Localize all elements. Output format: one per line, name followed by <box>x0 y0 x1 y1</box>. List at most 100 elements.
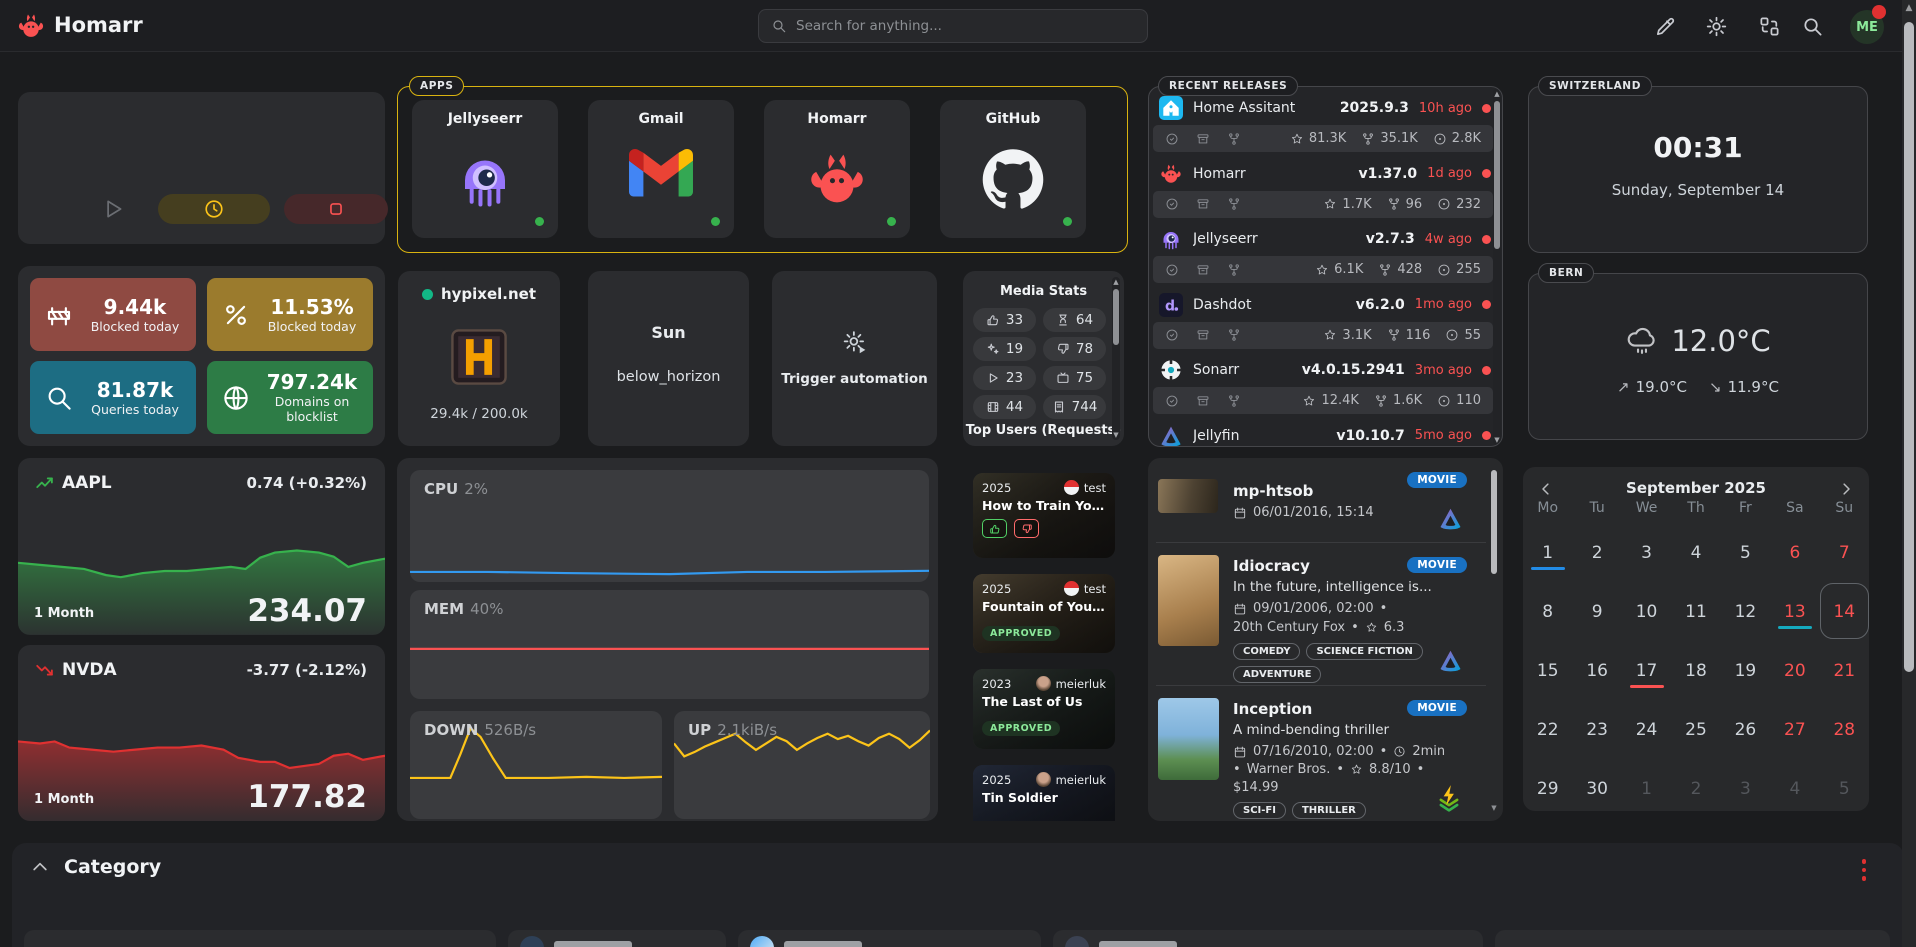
partial-app-tile[interactable] <box>738 930 1041 947</box>
edit-pencil-icon[interactable] <box>1654 15 1677 38</box>
calendar-day[interactable]: 23 <box>1572 700 1621 759</box>
new-release-dot <box>1482 169 1491 178</box>
calendar-day[interactable]: 5 <box>1721 523 1770 582</box>
partial-app-tile[interactable] <box>24 930 496 947</box>
calendar-day[interactable]: 15 <box>1523 641 1572 700</box>
app-card-gmail[interactable]: Gmail <box>588 100 734 238</box>
media-request-card[interactable]: 2025testHow to Train Your... <box>973 473 1115 558</box>
jellyfin-icon <box>1438 648 1463 673</box>
calendar-day[interactable]: 10 <box>1622 582 1671 641</box>
calendar-day[interactable]: 19 <box>1721 641 1770 700</box>
calendar-day[interactable]: 29 <box>1523 759 1572 818</box>
partial-app-tile[interactable] <box>508 930 726 947</box>
pause-timer-button[interactable] <box>158 194 270 224</box>
calendar-day[interactable]: 4 <box>1671 523 1720 582</box>
stop-button[interactable] <box>284 194 388 224</box>
settings-gear-icon[interactable] <box>1705 15 1728 38</box>
release-row[interactable]: Home Assitant2025.9.310h ago <box>1159 93 1491 123</box>
calendar-day[interactable]: 4 <box>1770 759 1819 818</box>
calendar-day[interactable]: 3 <box>1622 523 1671 582</box>
media-stats-scrollbar[interactable]: ▲ ▼ <box>1112 277 1120 440</box>
calendar-day[interactable]: 3 <box>1721 759 1770 818</box>
world-icon <box>221 383 251 413</box>
media-stat-sparkle: 19 <box>973 337 1036 361</box>
decline-button[interactable] <box>1014 519 1039 538</box>
fork-icon <box>1387 197 1401 211</box>
boards-swap-icon[interactable] <box>1758 15 1781 38</box>
calendar-day[interactable]: 1 <box>1622 759 1671 818</box>
calendar-day[interactable]: 30 <box>1572 759 1621 818</box>
calendar-next-button[interactable] <box>1837 480 1855 498</box>
star-icon <box>1365 621 1378 634</box>
calendar-day[interactable]: 20 <box>1770 641 1819 700</box>
calendar-day[interactable]: 11 <box>1671 582 1720 641</box>
media-server-widget: mp-htsob06/01/2016, 15:14MOVIEIdiocracyI… <box>1148 458 1503 821</box>
calendar-day[interactable]: 2 <box>1671 759 1720 818</box>
calendar-day[interactable]: 8 <box>1523 582 1572 641</box>
calendar-day[interactable]: 5 <box>1820 759 1869 818</box>
search-input[interactable] <box>796 18 1135 34</box>
category-menu-button[interactable] <box>1858 855 1871 885</box>
calendar-day[interactable]: 24 <box>1622 700 1671 759</box>
calendar-day[interactable]: 18 <box>1671 641 1720 700</box>
calendar-day[interactable]: 21 <box>1820 641 1869 700</box>
calendar-day[interactable]: 2 <box>1572 523 1621 582</box>
media-thumbnail <box>1158 479 1218 513</box>
partial-app-tile[interactable] <box>1495 930 1890 947</box>
releases-scrollbar[interactable]: ▲ ▼ <box>1493 89 1501 445</box>
calendar-weekday-row: MoTuWeThFrSaSu <box>1523 500 1869 516</box>
gmail-icon <box>629 147 693 211</box>
media-request-card[interactable]: 2025meierlukTin Soldier <box>973 765 1115 821</box>
partial-app-tile[interactable] <box>1053 930 1483 947</box>
pihole-stat-barrier[interactable]: 9.44kBlocked today <box>30 278 196 351</box>
release-row[interactable]: Jellyseerrv2.7.34w ago <box>1159 224 1491 254</box>
user-avatar <box>1064 480 1079 495</box>
stock-widget-aapl[interactable]: AAPL 0.74 (+0.32%) 1 Month 234.07 <box>18 458 385 635</box>
search-toolbar-icon[interactable] <box>1801 15 1824 38</box>
calendar-day[interactable]: 9 <box>1572 582 1621 641</box>
releases-section-label: RECENT RELEASES <box>1158 76 1298 96</box>
new-release-dot <box>1482 300 1491 309</box>
calendar-day[interactable]: 12 <box>1721 582 1770 641</box>
sun-widget: Sun below_horizon <box>588 271 749 446</box>
calendar-day[interactable]: 7 <box>1820 523 1869 582</box>
calendar-day[interactable]: 28 <box>1820 700 1869 759</box>
thumb-down-icon <box>1056 342 1070 356</box>
stock-widget-nvda[interactable]: NVDA -3.77 (-2.12%) 1 Month 177.82 <box>18 645 385 821</box>
calendar-day[interactable]: 1 <box>1523 523 1572 582</box>
release-row[interactable]: Homarrv1.37.01d ago <box>1159 159 1491 189</box>
release-row[interactable]: Sonarrv4.0.15.29413mo ago <box>1159 355 1491 385</box>
release-row[interactable]: dDashdotv6.2.01mo ago <box>1159 290 1491 320</box>
pihole-stats-card: 9.44kBlocked today11.53%Blocked today81.… <box>18 266 385 446</box>
page-scrollbar[interactable]: ▲ <box>1902 0 1916 947</box>
calendar-day[interactable]: 6 <box>1770 523 1819 582</box>
calendar-day[interactable]: 22 <box>1523 700 1572 759</box>
release-age: 5mo ago <box>1415 428 1472 443</box>
git-fork-icon <box>1227 263 1241 277</box>
trigger-automation-widget[interactable]: Trigger automation <box>772 271 937 446</box>
minecraft-server-widget[interactable]: hypixel.net 29.4k / 200.0k <box>398 271 560 446</box>
play-button-icon[interactable] <box>100 196 126 222</box>
calendar-day[interactable]: 27 <box>1770 700 1819 759</box>
pihole-stat-world[interactable]: 797.24kDomains on blocklist <box>207 361 373 434</box>
approve-button[interactable] <box>982 519 1007 538</box>
clock-check-icon <box>1165 197 1179 211</box>
pihole-stat-search[interactable]: 81.87kQueries today <box>30 361 196 434</box>
media-server-scrollbar[interactable]: ▼ <box>1490 466 1498 814</box>
cloud-rain-icon <box>1625 324 1659 358</box>
calendar-day[interactable]: 26 <box>1721 700 1770 759</box>
calendar-day[interactable]: 13 <box>1770 582 1819 641</box>
search-bar[interactable] <box>758 9 1148 43</box>
release-row[interactable]: Jellyfinv10.10.75mo ago <box>1159 421 1491 448</box>
calendar-day[interactable]: 25 <box>1671 700 1720 759</box>
calendar-day[interactable]: 16 <box>1572 641 1621 700</box>
calendar-day[interactable]: 17 <box>1622 641 1671 700</box>
calendar-day-today[interactable]: 14 <box>1820 582 1869 641</box>
app-card-homarr[interactable]: Homarr <box>764 100 910 238</box>
media-request-card[interactable]: 2025testFountain of YouthAPPROVED <box>973 574 1115 653</box>
app-card-jellyseerr[interactable]: Jellyseerr <box>412 100 558 238</box>
media-request-card[interactable]: 2023meierlukThe Last of UsAPPROVED <box>973 669 1115 749</box>
app-card-github[interactable]: GitHub <box>940 100 1086 238</box>
pihole-stat-percent[interactable]: 11.53%Blocked today <box>207 278 373 351</box>
collapse-chevron-up-icon[interactable] <box>30 857 50 877</box>
